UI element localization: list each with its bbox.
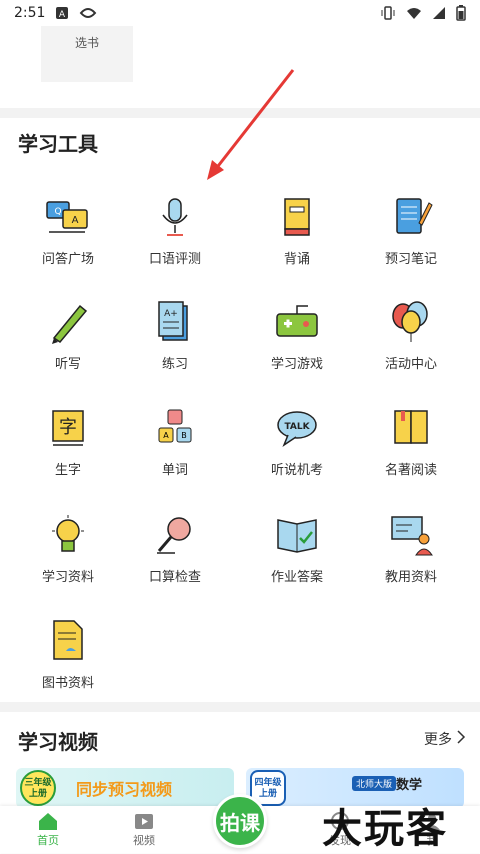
camera-center-icon: 拍课: [220, 810, 260, 835]
tools-section-title: 学习工具: [18, 132, 98, 156]
svg-text:A+: A+: [164, 309, 178, 319]
subject-label: 数学: [396, 778, 423, 793]
letter-blocks-icon: AB: [150, 403, 200, 453]
tool-study-games[interactable]: 学习游戏: [252, 297, 342, 372]
tool-practice[interactable]: A+ 练习: [130, 297, 220, 372]
camera-center-button[interactable]: 拍课: [213, 794, 267, 848]
notification-a-icon: A: [55, 6, 69, 20]
tool-oral-test[interactable]: 口语评测: [130, 192, 220, 267]
tool-label: 听说机考: [270, 463, 323, 478]
tool-classics-reading[interactable]: 名著阅读: [366, 403, 456, 478]
tool-teaching-materials[interactable]: 教用资料: [366, 510, 456, 585]
tool-recite[interactable]: 背诵: [252, 192, 342, 267]
tool-qa-square[interactable]: QA 问答广场: [23, 192, 113, 267]
tool-label: 生字: [54, 463, 81, 478]
tool-study-materials[interactable]: 学习资料: [23, 510, 113, 585]
tool-label: 预习笔记: [384, 252, 437, 267]
svg-text:TALK: TALK: [284, 422, 310, 432]
tool-label: 学习资料: [41, 570, 94, 585]
balloons-icon: [386, 297, 436, 347]
svg-text:A: A: [163, 431, 169, 440]
banner-title: 同步预习视频: [76, 780, 173, 799]
video-banner-preview[interactable]: 三年级 上册 同步预习视频: [16, 768, 234, 808]
svg-text:Q: Q: [54, 207, 61, 217]
tab-home[interactable]: 首页: [18, 810, 78, 848]
tool-words[interactable]: AB 单词: [130, 403, 220, 478]
exercise-sheet-icon: A+: [150, 297, 200, 347]
talk-bubble-icon: TALK: [272, 403, 322, 453]
answer-book-icon: [272, 510, 322, 560]
tool-label: 图书资料: [41, 676, 94, 691]
svg-text:B: B: [181, 431, 187, 440]
wifi-icon: [406, 6, 422, 20]
tool-homework-answers[interactable]: 作业答案: [252, 510, 342, 585]
notebook-pen-icon: [386, 192, 436, 242]
character-card-icon: 字: [43, 403, 93, 453]
tool-dictation[interactable]: 听写: [23, 297, 113, 372]
tool-preview-notes[interactable]: 预习笔记: [366, 192, 456, 267]
chevron-right-icon: [456, 730, 466, 748]
tool-label: 教用资料: [384, 570, 437, 585]
more-videos-link[interactable]: 更多: [424, 729, 466, 749]
tool-label: 口算检查: [148, 570, 201, 585]
teacher-board-icon: [386, 510, 436, 560]
gamepad-icon: [272, 297, 322, 347]
app-notification-icon: [79, 5, 97, 21]
qa-square-icon: QA: [43, 192, 93, 242]
lightbulb-icon: [43, 510, 93, 560]
status-bar: 2:51 A: [0, 0, 480, 26]
tool-listening-speaking-test[interactable]: TALK 听说机考: [252, 403, 342, 478]
svg-text:A: A: [72, 215, 79, 226]
tool-label: 口语评测: [148, 252, 201, 267]
tab-video[interactable]: 视频: [114, 810, 174, 848]
watermark-text: 大玩客: [322, 806, 448, 852]
tool-label: 单词: [161, 463, 188, 478]
tool-new-characters[interactable]: 字 生字: [23, 403, 113, 478]
section-divider: [0, 702, 480, 712]
tab-label: 首页: [37, 834, 59, 847]
video-icon: [114, 810, 174, 832]
videos-section-title: 学习视频: [18, 730, 98, 754]
magnifier-icon: [150, 510, 200, 560]
signal-icon: [432, 6, 446, 20]
tool-activity-center[interactable]: 活动中心: [366, 297, 456, 372]
select-book-label: 选书: [74, 36, 99, 50]
tool-label: 问答广场: [41, 252, 94, 267]
tool-label: 背诵: [283, 252, 310, 267]
select-book-card[interactable]: 选书: [41, 26, 133, 82]
tool-label: 听写: [54, 357, 81, 372]
svg-text:A: A: [59, 10, 66, 20]
tool-label: 练习: [161, 357, 188, 372]
pen-icon: [43, 297, 93, 347]
section-divider: [0, 108, 480, 118]
microphone-icon: [150, 192, 200, 242]
tool-book-materials[interactable]: 图书资料: [23, 616, 113, 691]
tab-label: 视频: [133, 834, 155, 847]
more-label: 更多: [424, 732, 452, 748]
tool-label: 作业答案: [270, 570, 323, 585]
tool-label: 活动中心: [384, 357, 437, 372]
grade-badge: 三年级 上册: [20, 770, 56, 806]
tool-label: 名著阅读: [384, 463, 437, 478]
svg-text:字: 字: [59, 417, 77, 438]
document-icon: [43, 616, 93, 666]
open-book-icon: [386, 403, 436, 453]
tool-mental-math-check[interactable]: 口算检查: [130, 510, 220, 585]
vibrate-icon: [380, 6, 396, 20]
status-time: 2:51: [14, 5, 46, 21]
battery-icon: [456, 5, 466, 21]
book-icon: [272, 192, 322, 242]
home-icon: [18, 810, 78, 832]
edition-tag: 北师大版: [352, 776, 397, 791]
tool-label: 学习游戏: [270, 357, 323, 372]
